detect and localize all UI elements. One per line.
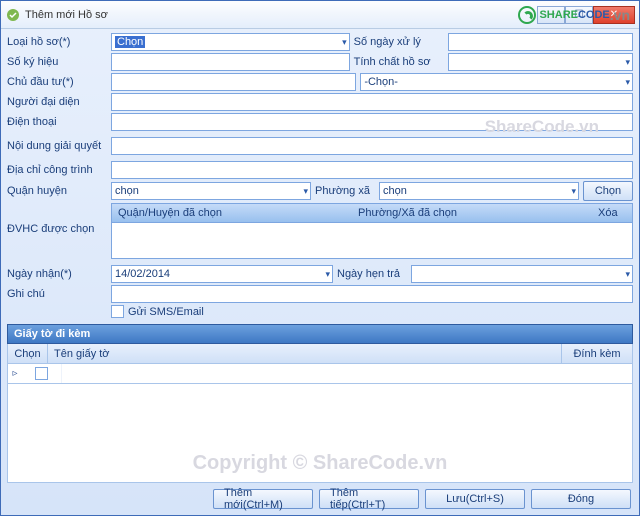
col-xoa: Xóa: [592, 207, 632, 219]
dia-chi-input[interactable]: [111, 161, 633, 179]
window-title: Thêm mới Hồ sơ: [25, 9, 537, 21]
label-sms: Gửi SMS/Email: [128, 306, 204, 318]
label-so-ky-hieu: Số ký hiệu: [7, 56, 107, 68]
label-ghi-chu: Ghi chú: [7, 288, 107, 300]
label-phuong-xa: Phường xã: [315, 185, 375, 197]
label-dia-chi: Địa chỉ công trình: [7, 164, 107, 176]
tinh-chat-select[interactable]: [448, 53, 633, 71]
loai-hs-select[interactable]: Chọn: [111, 33, 350, 51]
luu-button[interactable]: Lưu(Ctrl+S): [425, 489, 525, 509]
phuong-xa-select[interactable]: chọn: [379, 182, 579, 200]
so-ky-hieu-input[interactable]: [111, 53, 350, 71]
footer: Thêm mới(Ctrl+M) Thêm tiếp(Ctrl+T) Lưu(C…: [7, 483, 633, 511]
row-indicator-icon: ▹: [8, 368, 22, 379]
label-ngay-hen: Ngày hẹn trả: [337, 268, 407, 280]
maximize-button[interactable]: ☐: [565, 6, 593, 24]
col-dinh-kem: Đính kèm: [562, 344, 632, 363]
label-noi-dung: Nội dung giải quyết: [7, 140, 107, 152]
label-ngay-nhan: Ngày nhận(*): [7, 268, 107, 280]
docs-grid-header: Chọn Tên giấy tờ Đính kèm: [7, 344, 633, 364]
col-quan-huyen: Quận/Huyện đã chọn: [112, 207, 352, 219]
col-chon: Chọn: [8, 344, 48, 363]
quan-huyen-select[interactable]: chọn: [111, 182, 311, 200]
app-icon: [5, 7, 21, 23]
chu-dau-tu-input[interactable]: [111, 73, 356, 91]
col-ten: Tên giấy tờ: [48, 344, 562, 363]
row-checkbox[interactable]: [35, 367, 48, 380]
nguoi-dd-input[interactable]: [111, 93, 633, 111]
attachments-panel-header[interactable]: Giấy tờ đi kèm: [7, 324, 633, 344]
dong-button[interactable]: Đóng: [531, 489, 631, 509]
them-moi-button[interactable]: Thêm mới(Ctrl+M): [213, 489, 313, 509]
ngay-nhan-input[interactable]: 14/02/2014: [111, 265, 333, 283]
minimize-button[interactable]: ─: [537, 6, 565, 24]
dvhc-grid-header: Quận/Huyện đã chọn Phường/Xã đã chọn Xóa: [111, 203, 633, 223]
titlebar[interactable]: Thêm mới Hồ sơ ─ ☐ ✕: [1, 1, 639, 29]
label-quan-huyen: Quận huyện: [7, 185, 107, 197]
ghi-chu-input[interactable]: [111, 285, 633, 303]
window: Thêm mới Hồ sơ ─ ☐ ✕ Loại hồ sơ(*) Chọn …: [0, 0, 640, 516]
noi-dung-input[interactable]: [111, 137, 633, 155]
dvhc-grid-body[interactable]: [111, 223, 633, 259]
ngay-hen-input[interactable]: [411, 265, 633, 283]
client-area: Loại hồ sơ(*) Chọn Số ngày xử lý Số ký h…: [1, 29, 639, 515]
so-ngay-input[interactable]: [448, 33, 633, 51]
them-tiep-button[interactable]: Thêm tiếp(Ctrl+T): [319, 489, 419, 509]
chu-dau-tu-select[interactable]: -Chọn-: [360, 73, 633, 91]
label-so-ngay: Số ngày xử lý: [354, 36, 444, 48]
docs-grid-body[interactable]: [7, 384, 633, 483]
label-loai-hs: Loại hồ sơ(*): [7, 36, 107, 48]
docs-grid-row[interactable]: ▹: [7, 364, 633, 384]
sms-checkbox[interactable]: [111, 305, 124, 318]
close-button[interactable]: ✕: [593, 6, 635, 24]
label-tinh-chat: Tính chất hồ sơ: [354, 56, 444, 68]
label-dvhc: ĐVHC được chọn: [7, 203, 107, 235]
label-chu-dau-tu: Chủ đầu tư(*): [7, 76, 107, 88]
chon-button[interactable]: Chọn: [583, 181, 633, 201]
col-phuong-xa: Phường/Xã đã chọn: [352, 207, 592, 219]
label-dien-thoai: Điện thoại: [7, 116, 107, 128]
label-nguoi-dd: Người đại diện: [7, 96, 107, 108]
dien-thoai-input[interactable]: [111, 113, 633, 131]
